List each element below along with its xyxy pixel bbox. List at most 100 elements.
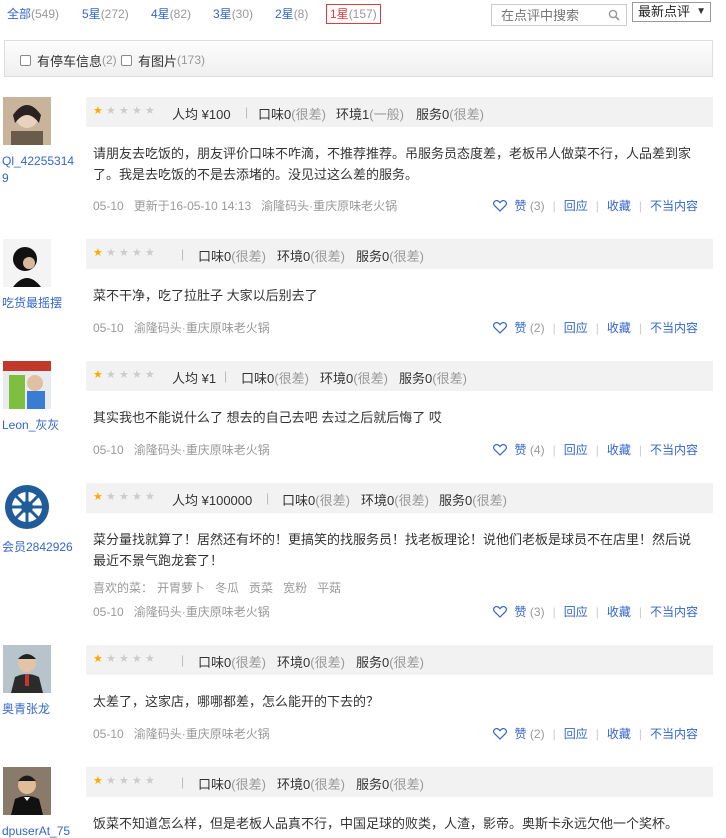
score-quality: (很差) bbox=[389, 655, 424, 670]
service-score: 服务0(很差) bbox=[439, 490, 507, 509]
review-actions: 赞 (3) | 回应 | 收藏 | 不当内容 bbox=[492, 197, 698, 214]
score-quality: (很差) bbox=[449, 107, 484, 122]
filter-tab-3star[interactable]: 3星(30) bbox=[213, 4, 253, 24]
star-icon-empty: ★ bbox=[132, 653, 142, 665]
dish-tag[interactable]: 宽粉 bbox=[283, 581, 307, 595]
avatar[interactable] bbox=[3, 97, 51, 145]
divider: | bbox=[552, 198, 556, 213]
reply-button[interactable]: 回应 bbox=[564, 319, 588, 336]
divider: | bbox=[595, 198, 599, 213]
like-button[interactable]: 赞 (4) bbox=[515, 441, 545, 458]
dish-tag[interactable]: 平菇 bbox=[317, 581, 341, 595]
avatar[interactable] bbox=[3, 483, 51, 531]
avatar[interactable] bbox=[3, 767, 51, 815]
shop-name[interactable]: 渝隆码头·重庆原味老火锅 bbox=[134, 727, 270, 741]
star-icon-empty: ★ bbox=[119, 247, 129, 259]
score-text: 口味0 bbox=[198, 655, 232, 670]
filter-tab-2star[interactable]: 2星(8) bbox=[275, 4, 308, 24]
score-quality: (很差) bbox=[353, 371, 388, 386]
filter-tab-4star[interactable]: 4星(82) bbox=[151, 4, 191, 24]
like-button[interactable]: 赞 (3) bbox=[515, 197, 545, 214]
filter-count: (82) bbox=[169, 7, 192, 21]
report-button[interactable]: 不当内容 bbox=[650, 319, 698, 336]
shop-name[interactable]: 渝隆码头·重庆原味老火锅 bbox=[134, 443, 270, 457]
dish-tag[interactable]: 冬瓜 bbox=[215, 581, 239, 595]
has-photo-checkbox[interactable]: 有图片 (173) bbox=[121, 52, 205, 69]
review-actions: 赞 (3) | 回应 | 收藏 | 不当内容 bbox=[492, 603, 698, 620]
star-icon-empty: ★ bbox=[145, 369, 155, 381]
favorite-button[interactable]: 收藏 bbox=[607, 725, 631, 742]
reply-button[interactable]: 回应 bbox=[564, 725, 588, 742]
avg-price: 人均 ¥1 bbox=[172, 368, 216, 387]
report-button[interactable]: 不当内容 bbox=[650, 603, 698, 620]
username-link[interactable]: 奥青张龙 bbox=[2, 701, 78, 718]
like-button[interactable]: 赞 (3) bbox=[515, 603, 545, 620]
avatar[interactable] bbox=[3, 239, 51, 287]
star-icon-filled: ★ bbox=[93, 491, 103, 503]
reply-button[interactable]: 回应 bbox=[564, 441, 588, 458]
heart-icon[interactable] bbox=[492, 443, 507, 456]
taste-score: 口味0(很差) bbox=[198, 774, 266, 793]
username-link[interactable]: Leon_灰灰 bbox=[2, 417, 78, 434]
filter-tab-1star[interactable]: 1星(157) bbox=[326, 4, 381, 24]
report-button[interactable]: 不当内容 bbox=[650, 441, 698, 458]
option-label: 有图片 bbox=[138, 53, 178, 69]
like-button[interactable]: 赞 (2) bbox=[515, 725, 545, 742]
report-button[interactable]: 不当内容 bbox=[650, 197, 698, 214]
score-text: 服务0 bbox=[439, 493, 473, 508]
heart-icon[interactable] bbox=[492, 727, 507, 740]
favorite-button[interactable]: 收藏 bbox=[607, 603, 631, 620]
sort-select[interactable]: 最新点评 ▼ bbox=[632, 2, 711, 22]
filter-label: 4星 bbox=[151, 7, 170, 21]
review-updated: 更新于16-05-10 14:13 bbox=[133, 199, 252, 213]
username-link[interactable]: dpuserAt_75 bbox=[2, 823, 78, 838]
score-text: 服务0 bbox=[416, 107, 450, 122]
username-link[interactable]: 吃货最摇摆 bbox=[2, 295, 78, 312]
review-item: dpuserAt_75 ★ ★ ★ ★ ★ | 口味0(很差) 环境0(很差) 服务0(… bbox=[0, 767, 726, 838]
review-text: 菜分量找就算了！居然还有坏的！更搞笑的找服务员！找老板理论！说他们老板是球员不在… bbox=[93, 532, 692, 568]
heart-icon[interactable] bbox=[492, 321, 507, 334]
dish-tag[interactable]: 贡菜 bbox=[249, 581, 273, 595]
shop-name[interactable]: 渝隆码头·重庆原味老火锅 bbox=[261, 199, 397, 213]
filter-tab-all[interactable]: 全部(549) bbox=[7, 4, 59, 24]
checkbox-box[interactable] bbox=[121, 54, 132, 66]
rating-bar: ★ ★ ★ ★ ★ 人均 ¥100 | 口味0(很差) 环境1(一般) 服务0(很差) bbox=[86, 97, 713, 127]
env-score: 环境0(很差) bbox=[277, 246, 345, 265]
username-link[interactable]: 会员2842926 bbox=[2, 539, 78, 556]
score-text: 服务0 bbox=[356, 777, 390, 792]
review-actions: 赞 (2) | 回应 | 收藏 | 不当内容 bbox=[492, 725, 698, 742]
like-button[interactable]: 赞 (2) bbox=[515, 319, 545, 336]
review-search-input[interactable] bbox=[492, 5, 602, 25]
avatar[interactable] bbox=[3, 361, 51, 409]
avatar[interactable] bbox=[3, 645, 51, 693]
heart-icon[interactable] bbox=[492, 605, 507, 618]
favorite-button[interactable]: 收藏 bbox=[607, 197, 631, 214]
checkbox-box[interactable] bbox=[20, 54, 31, 66]
taste-score: 口味0(很差) bbox=[258, 104, 326, 123]
search-icon[interactable] bbox=[608, 9, 620, 21]
divider: | bbox=[595, 442, 599, 457]
favorite-button[interactable]: 收藏 bbox=[607, 441, 631, 458]
favorite-button[interactable]: 收藏 bbox=[607, 319, 631, 336]
env-score: 环境1(一般) bbox=[336, 104, 404, 123]
star-rating: ★ ★ ★ ★ ★ bbox=[93, 248, 158, 259]
shop-name[interactable]: 渝隆码头·重庆原味老火锅 bbox=[134, 321, 270, 335]
reply-button[interactable]: 回应 bbox=[564, 603, 588, 620]
filter-label: 3星 bbox=[213, 7, 232, 21]
divider: | bbox=[595, 604, 599, 619]
score-quality: (很差) bbox=[231, 777, 266, 792]
parking-info-checkbox[interactable]: 有停车信息 (2) bbox=[20, 52, 117, 69]
score-text: 口味0 bbox=[258, 107, 292, 122]
dish-tag[interactable]: 开胃萝卜 bbox=[157, 581, 205, 595]
score-quality: (很差) bbox=[389, 777, 424, 792]
shop-name[interactable]: 渝隆码头·重庆原味老火锅 bbox=[134, 605, 270, 619]
like-count: (4) bbox=[529, 443, 545, 457]
filter-tab-5star[interactable]: 5星(272) bbox=[82, 4, 129, 24]
review-meta: 05-10 渝隆码头·重庆原味老火锅 bbox=[93, 603, 270, 620]
star-icon-filled: ★ bbox=[93, 775, 103, 787]
heart-icon[interactable] bbox=[492, 199, 507, 212]
reply-button[interactable]: 回应 bbox=[564, 197, 588, 214]
report-button[interactable]: 不当内容 bbox=[650, 725, 698, 742]
env-score: 环境0(很差) bbox=[361, 490, 429, 509]
username-link[interactable]: Ql_422553149 bbox=[2, 153, 78, 187]
